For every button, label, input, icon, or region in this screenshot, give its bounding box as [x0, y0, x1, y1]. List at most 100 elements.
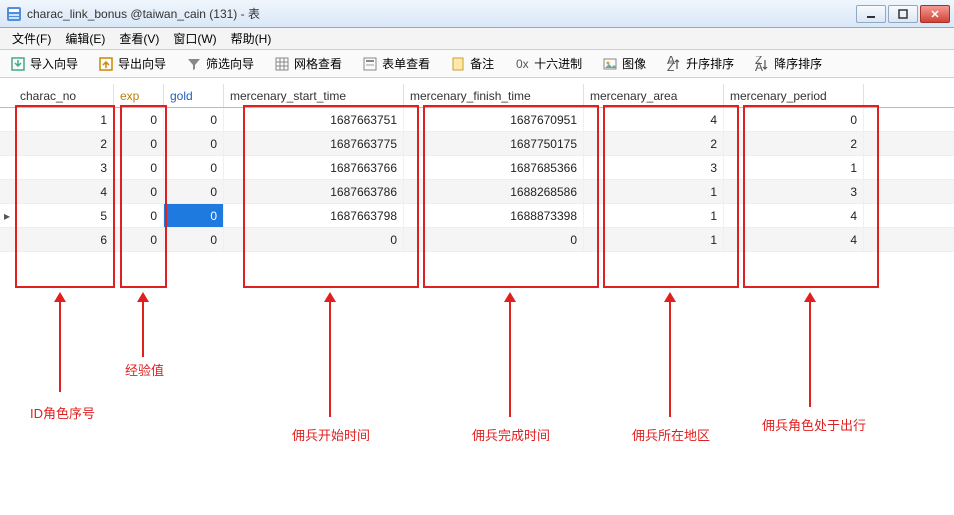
import-icon: [10, 56, 26, 72]
cell-exp[interactable]: 0: [114, 132, 164, 155]
titlebar: charac_link_bonus @taiwan_cain (131) - 表: [0, 0, 954, 28]
cell-mercenary_area[interactable]: 4: [584, 108, 724, 131]
sort-asc-button[interactable]: AZ 升序排序: [662, 53, 738, 74]
table-row[interactable]: 6000014: [0, 228, 954, 252]
annotation-start: 佣兵开始时间: [292, 425, 370, 444]
cell-mercenary_period[interactable]: 3: [724, 180, 864, 203]
row-indicator: ▸: [0, 204, 14, 227]
svg-text:0x: 0x: [516, 57, 529, 71]
cell-charac_no[interactable]: 1: [14, 108, 114, 131]
cell-mercenary_start_time[interactable]: 1687663751: [224, 108, 404, 131]
cell-mercenary_area[interactable]: 2: [584, 132, 724, 155]
cell-mercenary_start_time[interactable]: 1687663775: [224, 132, 404, 155]
table-row[interactable]: 1001687663751168767095140: [0, 108, 954, 132]
minimize-button[interactable]: [856, 5, 886, 23]
sort-desc-button[interactable]: ZA 降序排序: [750, 53, 826, 74]
row-indicator: [0, 108, 14, 131]
cell-mercenary_start_time[interactable]: 0: [224, 228, 404, 251]
cell-mercenary_start_time[interactable]: 1687663798: [224, 204, 404, 227]
cell-mercenary_finish_time[interactable]: 1687685366: [404, 156, 584, 179]
import-wizard-button[interactable]: 导入向导: [6, 53, 82, 74]
annotation-finish: 佣兵完成时间: [472, 425, 550, 444]
column-header-mercenary_area[interactable]: mercenary_area: [584, 84, 724, 107]
toolbar-label: 降序排序: [774, 55, 822, 72]
annotation-period: 佣兵角色处于出行: [762, 415, 866, 434]
data-table[interactable]: charac_noexpgoldmercenary_start_timemerc…: [0, 84, 954, 252]
menu-window[interactable]: 窗口(W): [167, 28, 222, 49]
cell-mercenary_period[interactable]: 0: [724, 108, 864, 131]
annotation-charac-no: ID角色序号: [30, 403, 95, 422]
cell-exp[interactable]: 0: [114, 180, 164, 203]
table-row[interactable]: 4001687663786168826858613: [0, 180, 954, 204]
row-indicator: [0, 228, 14, 251]
menubar: 文件(F) 编辑(E) 查看(V) 窗口(W) 帮助(H): [0, 28, 954, 50]
cell-exp[interactable]: 0: [114, 108, 164, 131]
hex-button[interactable]: 0x 十六进制: [510, 53, 586, 74]
cell-mercenary_finish_time[interactable]: 1688268586: [404, 180, 584, 203]
cell-mercenary_start_time[interactable]: 1687663766: [224, 156, 404, 179]
cell-mercenary_area[interactable]: 1: [584, 204, 724, 227]
column-header-gold[interactable]: gold: [164, 84, 224, 107]
cell-mercenary_finish_time[interactable]: 1687750175: [404, 132, 584, 155]
cell-mercenary_period[interactable]: 1: [724, 156, 864, 179]
export-wizard-button[interactable]: 导出向导: [94, 53, 170, 74]
cell-mercenary_period[interactable]: 4: [724, 228, 864, 251]
row-indicator: [0, 132, 14, 155]
column-header-mercenary_period[interactable]: mercenary_period: [724, 84, 864, 107]
svg-text:Z: Z: [667, 60, 674, 72]
image-button[interactable]: 图像: [598, 53, 650, 74]
memo-button[interactable]: 备注: [446, 53, 498, 74]
cell-gold[interactable]: 0: [164, 180, 224, 203]
table-row[interactable]: 3001687663766168768536631: [0, 156, 954, 180]
cell-mercenary_area[interactable]: 3: [584, 156, 724, 179]
window-title: charac_link_bonus @taiwan_cain (131) - 表: [27, 5, 260, 22]
grid-view-button[interactable]: 网格查看: [270, 53, 346, 74]
cell-gold[interactable]: 0: [164, 228, 224, 251]
minimize-icon: [866, 9, 876, 19]
svg-text:A: A: [755, 60, 763, 72]
cell-exp[interactable]: 0: [114, 156, 164, 179]
annotation-area: 佣兵所在地区: [632, 425, 710, 444]
cell-mercenary_finish_time[interactable]: 0: [404, 228, 584, 251]
cell-mercenary_area[interactable]: 1: [584, 228, 724, 251]
cell-mercenary_area[interactable]: 1: [584, 180, 724, 203]
column-header-exp[interactable]: exp: [114, 84, 164, 107]
memo-icon: [450, 56, 466, 72]
table-row[interactable]: 2001687663775168775017522: [0, 132, 954, 156]
column-header-mercenary_start_time[interactable]: mercenary_start_time: [224, 84, 404, 107]
cell-mercenary_start_time[interactable]: 1687663786: [224, 180, 404, 203]
toolbar: 导入向导 导出向导 筛选向导 网格查看 表单查看 备注 0x 十六进制 图像 A…: [0, 50, 954, 78]
menu-edit[interactable]: 编辑(E): [59, 28, 111, 49]
filter-wizard-button[interactable]: 筛选向导: [182, 53, 258, 74]
cell-exp[interactable]: 0: [114, 228, 164, 251]
table-row[interactable]: ▸5001687663798168887339814: [0, 204, 954, 228]
toolbar-label: 网格查看: [294, 55, 342, 72]
menu-help[interactable]: 帮助(H): [225, 28, 278, 49]
cell-mercenary_finish_time[interactable]: 1688873398: [404, 204, 584, 227]
cell-charac_no[interactable]: 4: [14, 180, 114, 203]
cell-gold[interactable]: 0: [164, 108, 224, 131]
cell-gold[interactable]: 0: [164, 156, 224, 179]
toolbar-label: 筛选向导: [206, 55, 254, 72]
column-header-mercenary_finish_time[interactable]: mercenary_finish_time: [404, 84, 584, 107]
cell-exp[interactable]: 0: [114, 204, 164, 227]
cell-charac_no[interactable]: 2: [14, 132, 114, 155]
cell-mercenary_period[interactable]: 2: [724, 132, 864, 155]
menu-view[interactable]: 查看(V): [113, 28, 165, 49]
cell-gold[interactable]: 0: [164, 132, 224, 155]
toolbar-label: 备注: [470, 55, 494, 72]
cell-charac_no[interactable]: 6: [14, 228, 114, 251]
menu-file[interactable]: 文件(F): [6, 28, 57, 49]
cell-charac_no[interactable]: 3: [14, 156, 114, 179]
form-view-button[interactable]: 表单查看: [358, 53, 434, 74]
cell-gold[interactable]: 0: [164, 204, 224, 227]
maximize-button[interactable]: [888, 5, 918, 23]
cell-mercenary_finish_time[interactable]: 1687670951: [404, 108, 584, 131]
close-icon: [930, 9, 940, 19]
column-header-charac_no[interactable]: charac_no: [14, 84, 114, 107]
cell-mercenary_period[interactable]: 4: [724, 204, 864, 227]
row-indicator: [0, 156, 14, 179]
cell-charac_no[interactable]: 5: [14, 204, 114, 227]
toolbar-label: 图像: [622, 55, 646, 72]
close-button[interactable]: [920, 5, 950, 23]
